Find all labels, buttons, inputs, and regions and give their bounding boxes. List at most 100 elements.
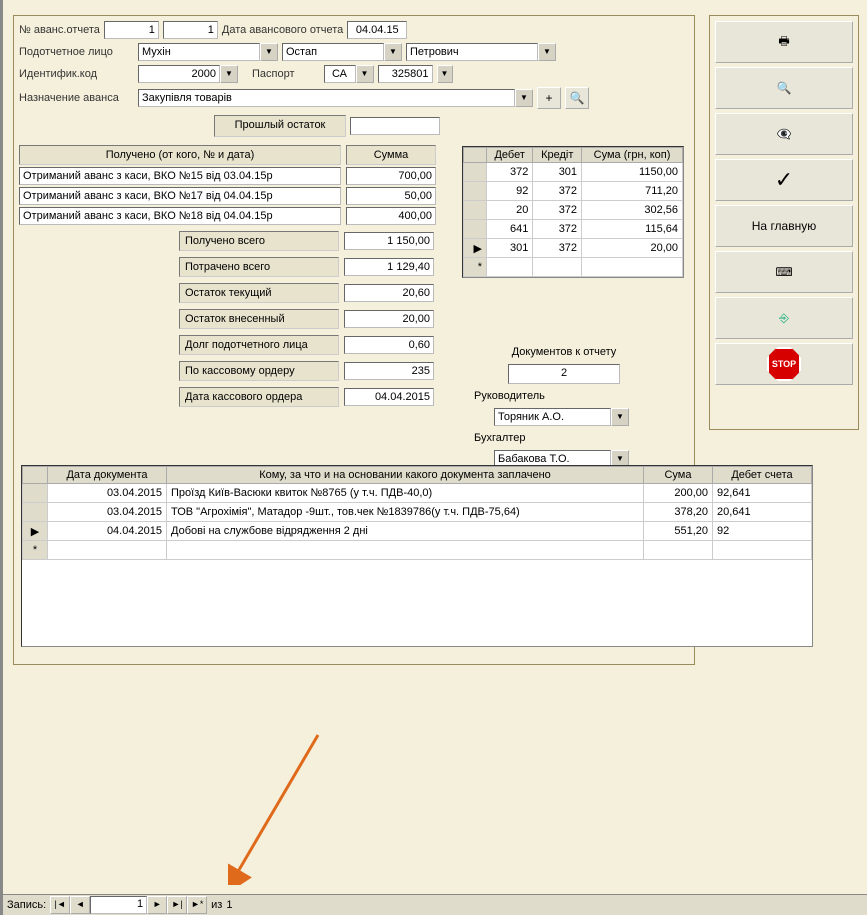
dk-cell[interactable]: 302,56: [582, 201, 683, 220]
dk-cell[interactable]: 20,00: [582, 239, 683, 258]
dk-cell[interactable]: 1150,00: [582, 163, 683, 182]
prev-balance-field[interactable]: [350, 117, 440, 135]
print-button[interactable]: 🖶: [715, 21, 853, 63]
received-sum-2[interactable]: 400,00: [346, 207, 436, 225]
dk-cell[interactable]: 301: [487, 239, 533, 258]
received-total-value: 1 150,00: [344, 232, 434, 250]
purpose-combo[interactable]: Закупівля товарів ▼: [138, 89, 533, 107]
detail-cell[interactable]: 20,641: [713, 503, 812, 522]
ok-button[interactable]: ✓: [715, 159, 853, 201]
home-button[interactable]: На главную: [715, 205, 853, 247]
report-date-field[interactable]: 04.04.15: [347, 21, 407, 39]
detail-cell[interactable]: 551,20: [644, 522, 713, 541]
received-who-2[interactable]: Отриманий аванс з каси, ВКО №18 від 04.0…: [19, 207, 341, 225]
cash-order-date-label: Дата кассового ордера: [179, 387, 339, 407]
nav-position-field[interactable]: 1: [90, 896, 147, 914]
passport-series-field[interactable]: СА: [324, 65, 356, 83]
received-who-1[interactable]: Отриманий аванс з каси, ВКО №17 від 04.0…: [19, 187, 341, 205]
curr-balance-value: 20,60: [344, 284, 434, 302]
nav-last-button[interactable]: ►|: [167, 896, 187, 914]
dk-cell[interactable]: 301: [533, 163, 582, 182]
nav-next-button[interactable]: ►: [147, 896, 167, 914]
purpose-field[interactable]: Закупівля товарів: [138, 89, 515, 107]
last-name-combo[interactable]: Мухін ▼: [138, 43, 278, 61]
patronymic-field[interactable]: Петрович: [406, 43, 538, 61]
dropdown-icon[interactable]: ▼: [515, 89, 533, 107]
id-label: Идентифик.код: [19, 68, 134, 80]
dropdown-icon[interactable]: ▼: [384, 43, 402, 61]
id-code-combo[interactable]: 2000 ▼: [138, 65, 238, 83]
detail-cell[interactable]: 200,00: [644, 484, 713, 503]
detail-cell[interactable]: 03.04.2015: [48, 484, 167, 503]
id-code-field[interactable]: 2000: [138, 65, 220, 83]
report-no-1[interactable]: 1: [104, 21, 159, 39]
accountant-label: Бухгалтер: [474, 432, 654, 444]
deposited-label: Остаток внесенный: [179, 309, 339, 329]
detail-cell[interactable]: ТОВ "Агрохімія", Матадор -9шт., тов.чек …: [167, 503, 644, 522]
dk-cell[interactable]: 372: [533, 220, 582, 239]
door-exit-icon: ⎆: [779, 311, 789, 326]
nav-of-label: из: [211, 899, 222, 911]
dk-cell[interactable]: 115,64: [582, 220, 683, 239]
detail-cell[interactable]: 04.04.2015: [48, 522, 167, 541]
nav-new-button[interactable]: ►*: [187, 896, 207, 914]
dk-cell[interactable]: 372: [487, 163, 533, 182]
detail-cell[interactable]: 03.04.2015: [48, 503, 167, 522]
home-label: На главную: [752, 219, 816, 233]
dropdown-icon[interactable]: ▼: [538, 43, 556, 61]
dropdown-icon[interactable]: ▼: [220, 65, 238, 83]
cash-order-date-value[interactable]: 04.04.2015: [344, 388, 434, 406]
detail-cell[interactable]: 92: [713, 522, 812, 541]
find-button[interactable]: 👁‍🗨: [715, 113, 853, 155]
last-name-field[interactable]: Мухін: [138, 43, 260, 61]
detail-cell[interactable]: 92,641: [713, 484, 812, 503]
nav-prev-button[interactable]: ◄: [70, 896, 90, 914]
first-name-field[interactable]: Остап: [282, 43, 384, 61]
detail-cell[interactable]: Добові на службове відрядження 2 дні: [167, 522, 644, 541]
calc-button[interactable]: ⌨: [715, 251, 853, 293]
patronymic-combo[interactable]: Петрович ▼: [406, 43, 556, 61]
manager-field[interactable]: Торяник А.О.: [494, 408, 611, 426]
passport-extra-dd[interactable]: ▼: [437, 65, 453, 83]
received-sum-0[interactable]: 700,00: [346, 167, 436, 185]
dk-cell[interactable]: 372: [533, 182, 582, 201]
dk-cell[interactable]: 20: [487, 201, 533, 220]
add-purpose-button[interactable]: +: [537, 87, 561, 109]
printer-icon: 🖶: [778, 32, 789, 53]
received-who-0[interactable]: Отриманий аванс з каси, ВКО №15 від 03.0…: [19, 167, 341, 185]
dropdown-icon[interactable]: ▼: [611, 408, 629, 426]
detail-grid[interactable]: Дата документа Кому, за что и на основан…: [21, 465, 813, 647]
dropdown-icon[interactable]: ▼: [437, 65, 453, 83]
manager-combo[interactable]: Торяник А.О.▼: [494, 408, 629, 426]
search-icon: 🔍: [777, 81, 792, 95]
search-purpose-button[interactable]: 🔍: [565, 87, 589, 109]
manager-label: Руководитель: [474, 390, 654, 402]
dk-cell[interactable]: 641: [487, 220, 533, 239]
arrow-annotation: [228, 730, 328, 885]
received-sum-1[interactable]: 50,00: [346, 187, 436, 205]
deposited-value[interactable]: 20,00: [344, 310, 434, 328]
check-icon: ✓: [775, 167, 793, 193]
passport-series-combo[interactable]: СА ▼: [324, 65, 374, 83]
nav-first-button[interactable]: |◄: [50, 896, 70, 914]
detail-cell[interactable]: Проїзд Київ-Васюки квиток №8765 (у т.ч. …: [167, 484, 644, 503]
dk-cell[interactable]: 711,20: [582, 182, 683, 201]
passport-no-field[interactable]: 325801: [378, 65, 433, 83]
dk-cell[interactable]: 372: [533, 239, 582, 258]
dropdown-icon[interactable]: ▼: [356, 65, 374, 83]
docs-count[interactable]: 2: [508, 364, 620, 384]
first-name-combo[interactable]: Остап ▼: [282, 43, 402, 61]
dk-cell[interactable]: 92: [487, 182, 533, 201]
stop-button[interactable]: STOP: [715, 343, 853, 385]
dk-cell[interactable]: 372: [533, 201, 582, 220]
detail-cell[interactable]: 378,20: [644, 503, 713, 522]
debit-credit-grid[interactable]: Дебет Кредіт Сума (грн, коп) 3723011150,…: [462, 146, 684, 278]
cash-order-value[interactable]: 235: [344, 362, 434, 380]
keyboard-icon: ⌨: [775, 265, 792, 279]
dropdown-icon[interactable]: ▼: [260, 43, 278, 61]
report-no-2[interactable]: 1: [163, 21, 218, 39]
exit-button[interactable]: ⎆: [715, 297, 853, 339]
nav-label: Запись:: [7, 899, 46, 911]
received-who-header: Получено (от кого, № и дата): [19, 145, 341, 165]
search-button[interactable]: 🔍: [715, 67, 853, 109]
